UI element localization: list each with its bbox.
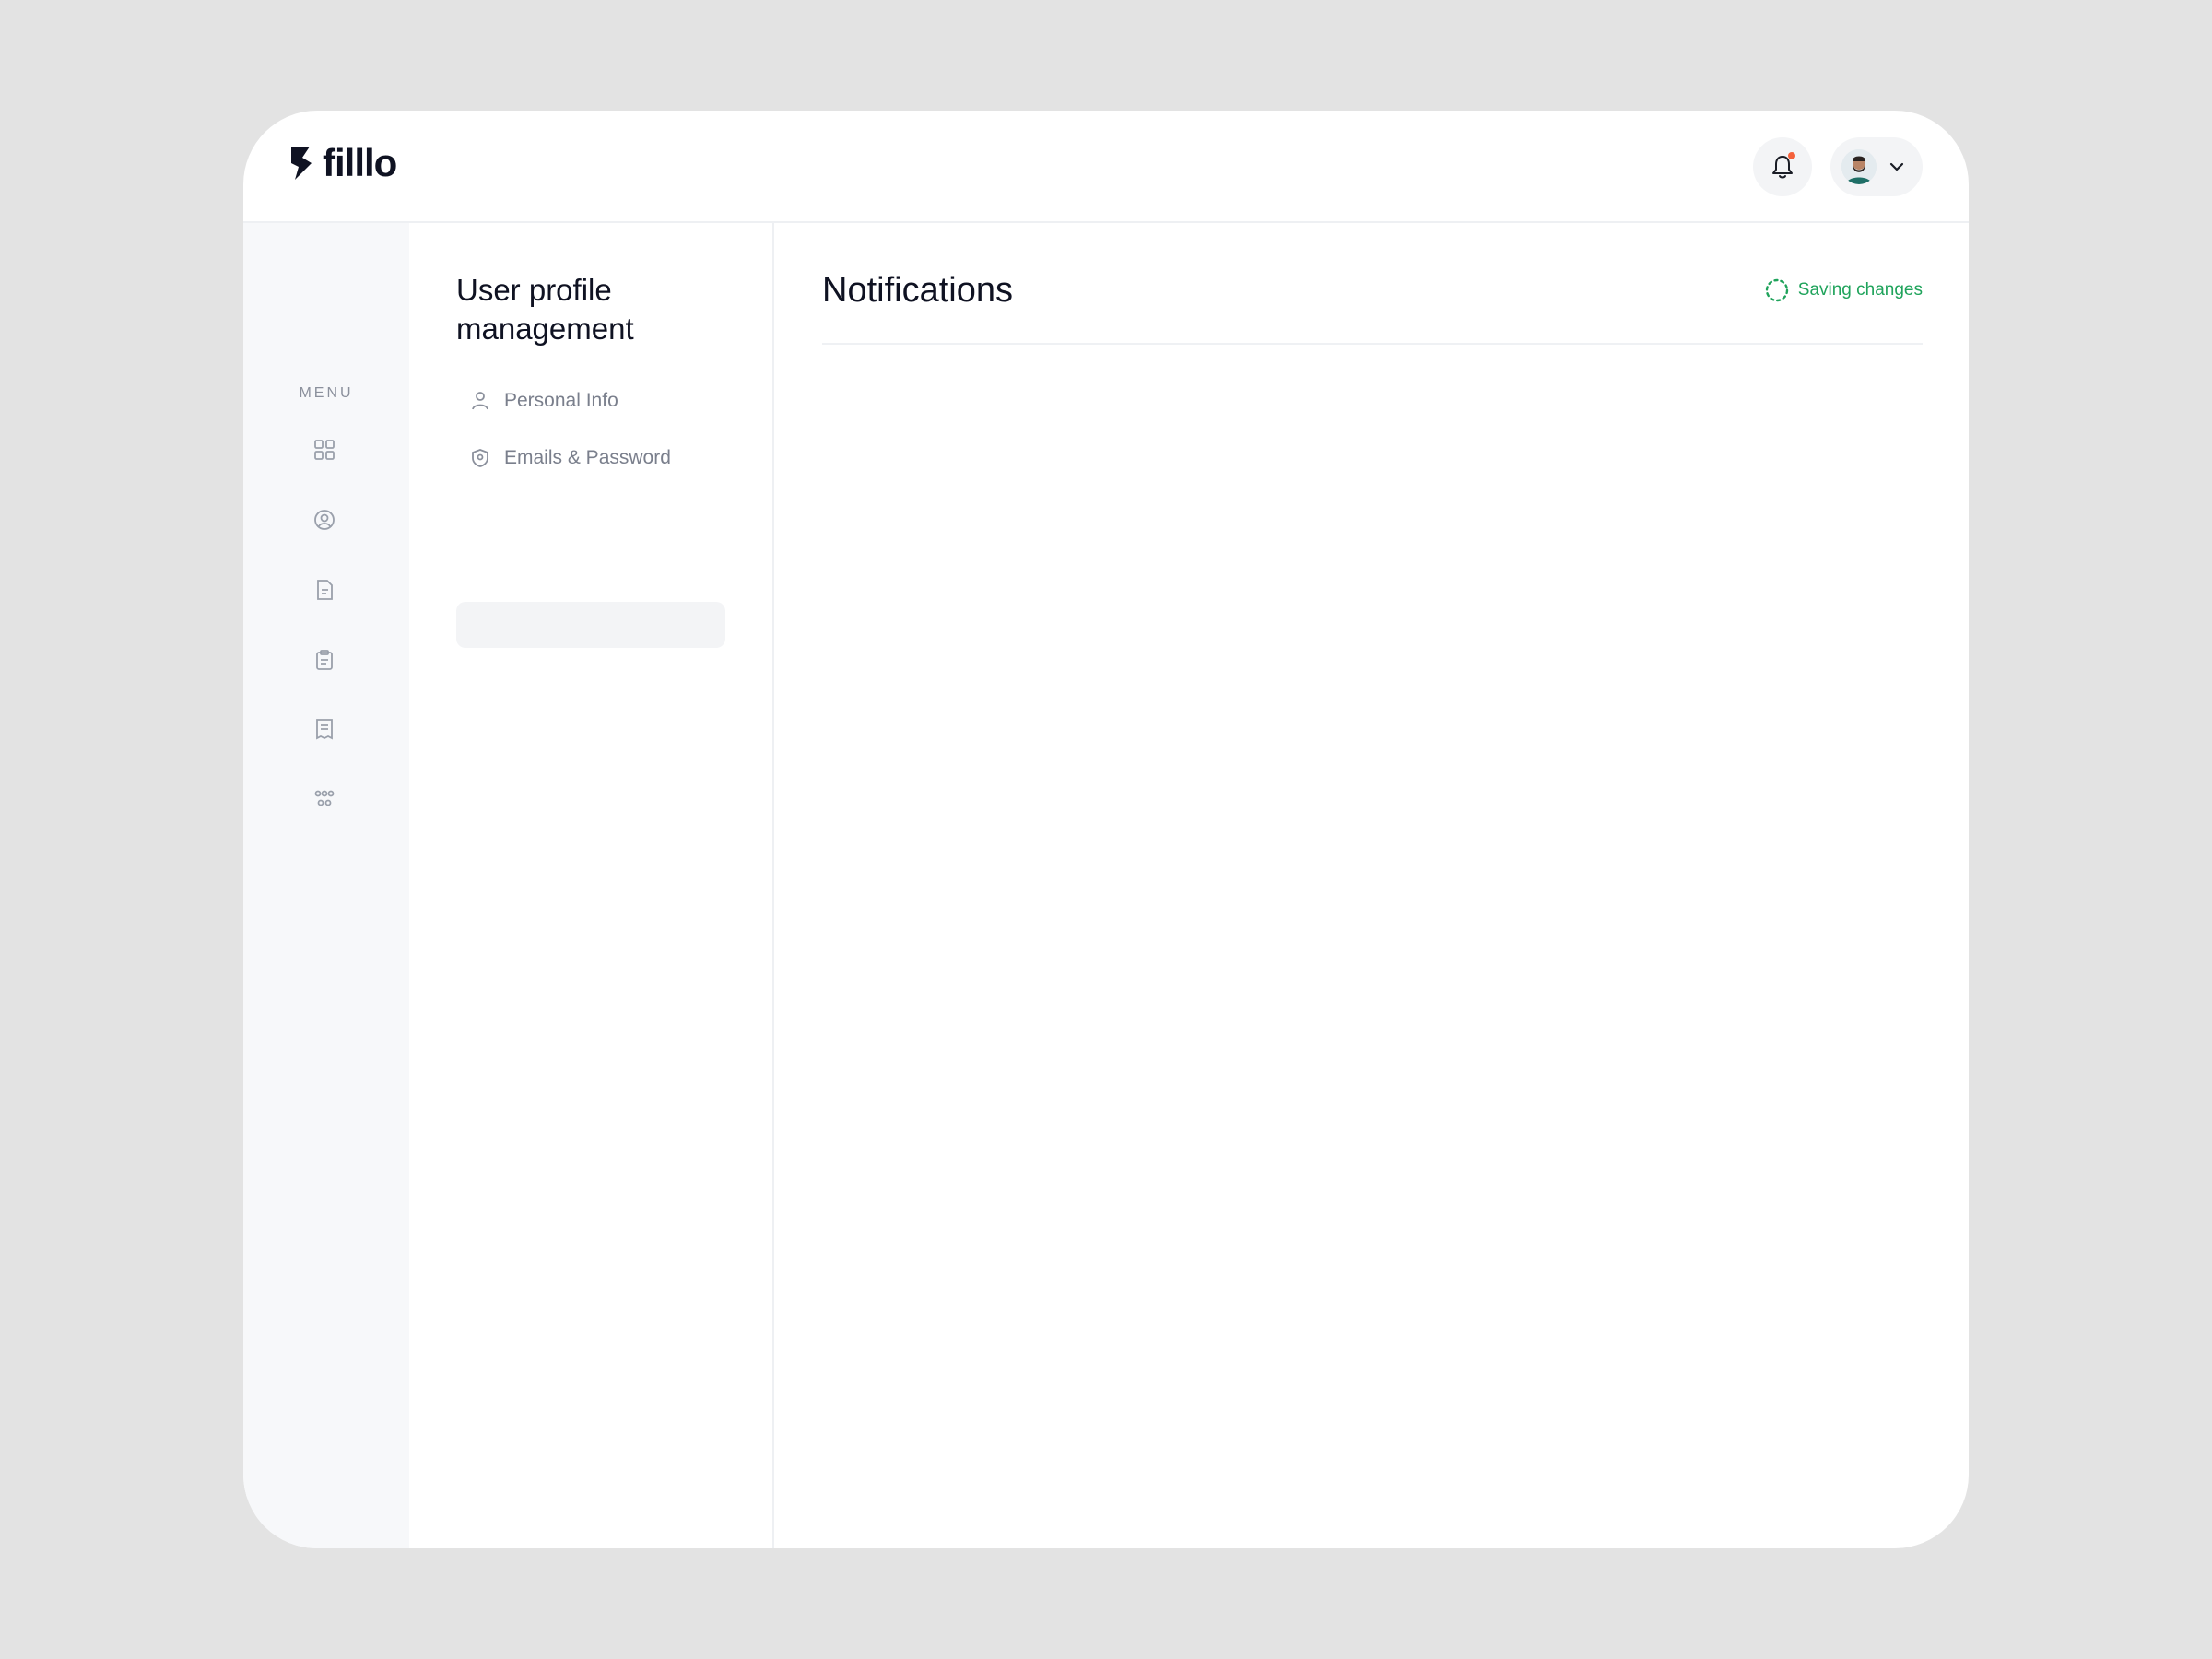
- saving-text: Saving changes: [1797, 280, 1923, 300]
- notifications-panel: Notifications Saving changes: [822, 223, 1923, 1548]
- nav-item-personal-info[interactable]: Personal Info: [456, 378, 725, 424]
- profile-nav: User profile management Personal Info Em…: [409, 223, 774, 1548]
- notification-dot: [1788, 152, 1795, 159]
- nav-title: User profile management: [456, 273, 634, 346]
- top-bar: filllo: [243, 111, 1969, 223]
- profile-menu-button[interactable]: [1830, 137, 1923, 196]
- shield-icon: [469, 447, 491, 469]
- documents-icon[interactable]: [312, 577, 337, 603]
- nav-item-emails-password[interactable]: Emails & Password: [456, 435, 725, 481]
- saving-status: Saving changes: [1765, 278, 1923, 302]
- logo-mark-icon: [291, 147, 312, 180]
- spinner-icon: [1765, 278, 1788, 302]
- clipboard-icon[interactable]: [312, 647, 337, 673]
- notifications-button[interactable]: [1753, 137, 1812, 196]
- divider: [822, 343, 1923, 345]
- profile-icon[interactable]: [312, 507, 337, 533]
- nav-item-label: Personal Info: [504, 390, 618, 411]
- nav-item-label: Emails & Password: [504, 447, 671, 468]
- avatar: [1841, 149, 1877, 184]
- page-title: Notifications: [822, 271, 1013, 310]
- brand-logo[interactable]: filllo: [289, 141, 397, 184]
- menu-label: MENU: [299, 385, 354, 401]
- dashboard-icon[interactable]: [312, 437, 337, 463]
- app-window: filllo MENU User profile management Pers…: [243, 111, 1969, 1548]
- menu-rail: MENU: [243, 223, 409, 1548]
- brand-name: filllo: [323, 141, 397, 184]
- chevron-down-icon: [1889, 162, 1904, 171]
- nav-item-notification[interactable]: [456, 602, 725, 648]
- user-icon: [469, 390, 491, 412]
- receipt-icon[interactable]: [312, 716, 337, 742]
- team-icon[interactable]: [312, 785, 337, 811]
